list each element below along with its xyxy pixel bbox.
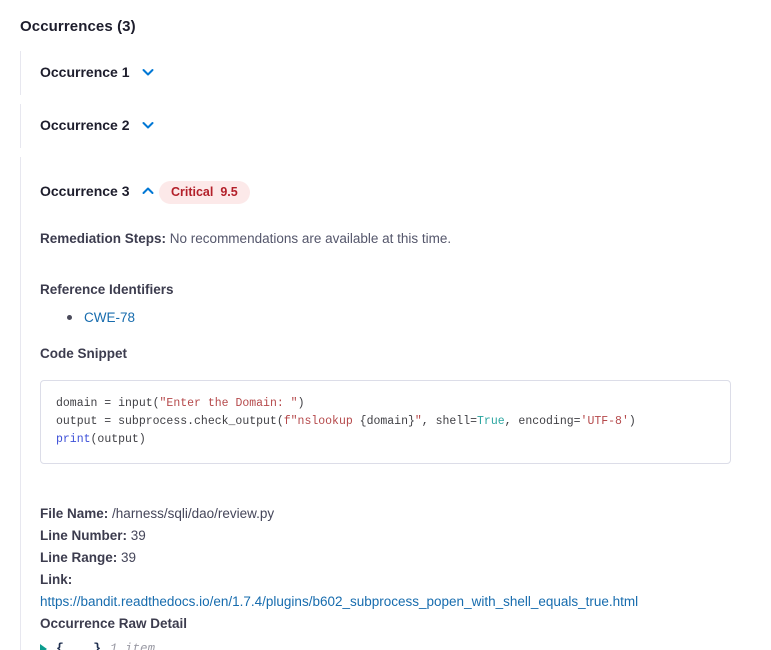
link-url-row: https://bandit.readthedocs.io/en/1.7.4/p… [40, 591, 771, 613]
list-item: CWE-78 [67, 310, 771, 325]
link-label-row: Link: [40, 569, 771, 591]
occurrence-1-toggle[interactable]: Occurrence 1 [40, 64, 155, 80]
occurrences-panel: Occurrences (3) Occurrence 1 Occurrence … [0, 0, 771, 650]
occurrence-2-panel: Occurrence 2 [20, 104, 771, 148]
code-snippet-heading: Code Snippet [40, 346, 771, 361]
file-name-label: File Name: [40, 506, 108, 521]
remediation-steps: Remediation Steps: No recommendations ar… [40, 231, 771, 246]
occurrence-3-panel: Occurrence 3 Critical 9.5 Remediation St… [20, 157, 771, 650]
reference-identifiers-heading: Reference Identifiers [40, 282, 771, 297]
line-range-row: Line Range: 39 [40, 547, 771, 569]
cwe-link[interactable]: CWE-78 [84, 310, 135, 325]
line-range-value: 39 [121, 550, 136, 565]
json-collapsed-node[interactable]: {...} [56, 641, 101, 650]
severity-badge: Critical 9.5 [159, 181, 250, 204]
severity-label: Critical [171, 185, 213, 199]
reference-identifiers-list: CWE-78 [40, 310, 771, 325]
json-ellipsis: ... [64, 641, 93, 650]
occurrence-3-toggle[interactable]: Occurrence 3 [40, 183, 155, 199]
occurrence-3-label: Occurrence 3 [40, 183, 130, 199]
file-name-row: File Name: /harness/sqli/dao/review.py [40, 503, 771, 525]
remediation-label: Remediation Steps: [40, 231, 166, 246]
line-number-row: Line Number: 39 [40, 525, 771, 547]
occurrence-raw-detail-heading: Occurrence Raw Detail [40, 616, 187, 631]
line-number-value: 39 [131, 528, 146, 543]
bandit-doc-link[interactable]: https://bandit.readthedocs.io/en/1.7.4/p… [40, 594, 638, 609]
occurrence-1-panel: Occurrence 1 [20, 51, 771, 95]
code-snippet-box: domain = input("Enter the Domain: ")outp… [40, 380, 731, 464]
severity-score: 9.5 [220, 185, 237, 199]
json-item-count: 1 item [110, 642, 155, 650]
file-name-value: /harness/sqli/dao/review.py [112, 506, 274, 521]
code-lines: domain = input("Enter the Domain: ")outp… [56, 395, 715, 449]
line-number-label: Line Number: [40, 528, 127, 543]
page-title: Occurrences (3) [20, 18, 771, 35]
bullet-icon [67, 315, 72, 320]
occurrence-2-label: Occurrence 2 [40, 117, 130, 133]
link-label: Link: [40, 572, 72, 587]
occurrence-1-label: Occurrence 1 [40, 64, 130, 80]
chevron-down-icon[interactable] [141, 118, 155, 132]
tree-expander-icon[interactable] [40, 644, 47, 650]
occurrence-2-toggle[interactable]: Occurrence 2 [40, 117, 155, 133]
raw-json-tree-row: {...} 1 item [40, 641, 771, 650]
occurrence-meta: File Name: /harness/sqli/dao/review.py L… [40, 503, 771, 650]
remediation-text: No recommendations are available at this… [170, 231, 451, 246]
chevron-down-icon[interactable] [141, 65, 155, 79]
chevron-up-icon[interactable] [141, 184, 155, 198]
raw-detail-heading-row: Occurrence Raw Detail [40, 613, 771, 635]
line-range-label: Line Range: [40, 550, 117, 565]
